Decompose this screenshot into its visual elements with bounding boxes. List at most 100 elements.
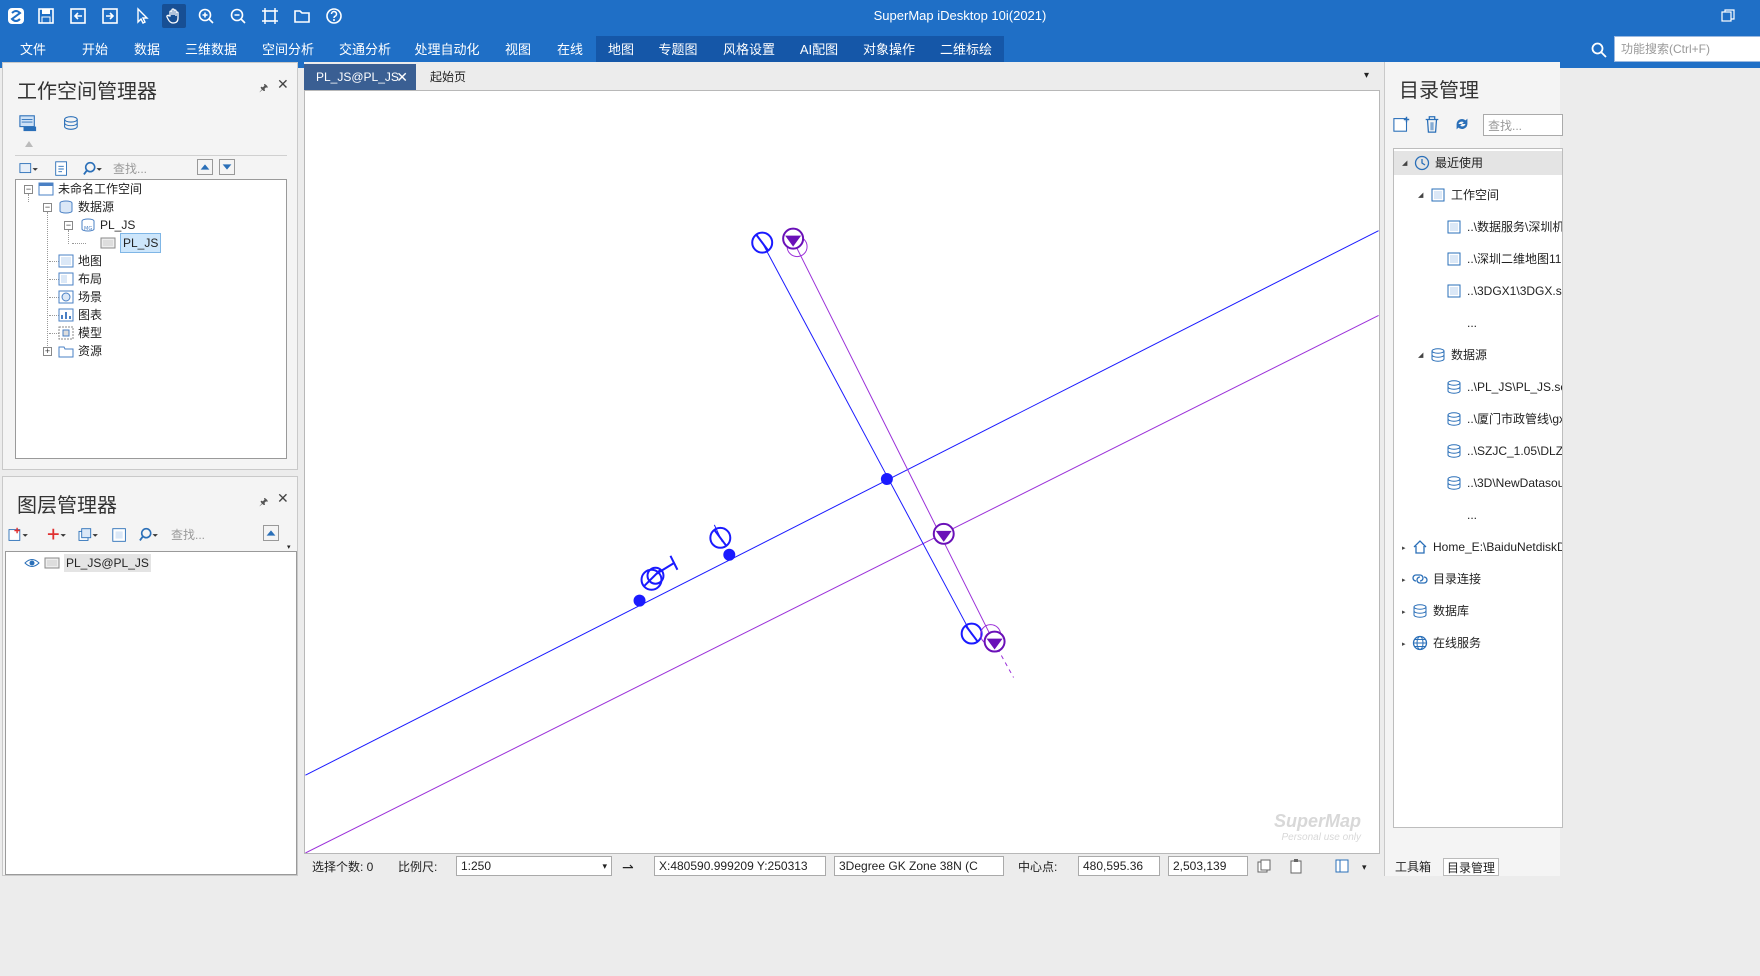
refresh-icon[interactable] — [1451, 114, 1473, 134]
pipeline-blue[interactable] — [305, 230, 1379, 776]
scenes-node[interactable]: 场景 — [58, 288, 102, 306]
tab-automation[interactable]: 处理自动化 — [410, 36, 484, 64]
scale-dropdown-icon[interactable]: ▾ — [602, 857, 607, 875]
center-x-input[interactable]: 480,595.36 — [1078, 856, 1160, 876]
copy-center-icon[interactable] — [1256, 858, 1276, 876]
tab-start[interactable]: 开始 — [72, 36, 118, 64]
tab-start-page[interactable]: 起始页 — [418, 64, 488, 90]
expand-arrow-icon[interactable]: ▸ — [1402, 577, 1408, 584]
pipeline-purple[interactable] — [305, 314, 1379, 854]
datasource-group-node[interactable]: 数据源 — [1430, 343, 1487, 367]
collapse-arrow-icon[interactable]: ◢ — [1402, 160, 1408, 167]
tab-thematic-map[interactable]: 专题图 — [646, 36, 710, 64]
tab-online[interactable]: 在线 — [548, 36, 592, 64]
tab-ai-mapping[interactable]: AI配图 — [788, 36, 850, 64]
dataset-pl-js-node[interactable]: PL_JS — [100, 233, 162, 253]
save-icon[interactable] — [34, 4, 58, 28]
tab-2d-plotting[interactable]: 二维标绘 — [928, 36, 1004, 64]
map-drawing[interactable] — [305, 91, 1379, 854]
tab-file[interactable]: 文件 — [10, 36, 56, 64]
previous-match-icon[interactable] — [197, 159, 213, 175]
scale-input[interactable]: 1:250 ▾ — [456, 856, 612, 876]
projection-field[interactable]: 3Degree GK Zone 38N (C — [834, 856, 1004, 876]
recent-datasource-item[interactable]: ..\3D\NewDatasour — [1446, 471, 1562, 495]
more-workspaces[interactable]: ... — [1467, 311, 1477, 335]
center-y-input[interactable]: 2,503,139 — [1168, 856, 1248, 876]
recent-workspace-item[interactable]: ..\3DGX1\3DGX.sxv — [1446, 279, 1562, 303]
pin-icon[interactable]: 🖈︎ — [259, 495, 271, 508]
workspace-root-node[interactable]: 未命名工作空间 — [38, 180, 142, 198]
tab-object-operations[interactable]: 对象操作 — [850, 36, 928, 64]
search-icon[interactable] — [1590, 41, 1608, 59]
new-catalog-icon[interactable] — [1391, 114, 1413, 134]
hydrant-symbol[interactable] — [640, 555, 679, 591]
restore-window-icon[interactable] — [1720, 8, 1736, 24]
app-logo-icon[interactable] — [4, 4, 28, 28]
tab-map[interactable]: 地图 — [596, 36, 646, 64]
tab-view[interactable]: 视图 — [496, 36, 540, 64]
collapse-toggle[interactable]: − — [24, 185, 33, 194]
layer-find-icon[interactable] — [137, 525, 159, 545]
folder-icon[interactable] — [290, 4, 314, 28]
dir-connect-node[interactable]: 目录连接 — [1412, 567, 1481, 591]
charts-node[interactable]: 图表 — [58, 306, 102, 324]
workspace-group-node[interactable]: 工作空间 — [1430, 183, 1499, 207]
collapse-arrow-icon[interactable]: ◢ — [1418, 352, 1424, 359]
select-arrow-icon[interactable] — [130, 4, 154, 28]
tab-style-settings[interactable]: 风格设置 — [710, 36, 788, 64]
layout-toggle-icon[interactable] — [1334, 858, 1354, 876]
more-datasources[interactable]: ... — [1467, 503, 1477, 527]
recent-workspace-item[interactable]: ..\数据服务\深圳机 — [1446, 215, 1562, 239]
junction-node[interactable] — [880, 472, 893, 485]
recent-datasource-item[interactable]: ..\厦门市政管线\gx. — [1446, 407, 1562, 431]
add-layer-icon[interactable] — [45, 525, 67, 545]
valve-symbol[interactable] — [709, 526, 732, 549]
datasources-node[interactable]: 数据源 — [58, 198, 114, 216]
datasource-view-icon[interactable] — [59, 113, 81, 133]
collapse-toggle[interactable]: − — [64, 221, 73, 230]
recent-workspace-item[interactable]: ..\深圳二维地图11. — [1446, 247, 1562, 271]
find-icon[interactable] — [81, 159, 103, 179]
zoom-in-icon[interactable] — [194, 4, 218, 28]
layer-copy-icon[interactable] — [77, 525, 99, 545]
models-node[interactable]: 模型 — [58, 324, 102, 342]
layer-properties-icon[interactable] — [109, 525, 131, 545]
layer-row[interactable]: PL_JS@PL_JS — [24, 554, 151, 572]
pin-icon[interactable]: 🖈︎ — [259, 81, 271, 94]
database-node[interactable]: 数据库 — [1412, 599, 1469, 623]
tab-traffic-analysis[interactable]: 交通分析 — [333, 36, 397, 64]
next-match-icon[interactable] — [219, 159, 235, 175]
tab-spatial-analysis[interactable]: 空间分析 — [256, 36, 320, 64]
close-icon[interactable]: ✕ — [277, 77, 291, 91]
move-layer-up-icon[interactable] — [263, 525, 279, 541]
branch-pipe-purple[interactable] — [791, 238, 995, 642]
tab-3d-data[interactable]: 三维数据 — [180, 36, 242, 64]
purple-valve-symbol[interactable] — [980, 624, 1006, 653]
visibility-eye-icon[interactable] — [24, 556, 40, 570]
recent-datasource-item[interactable]: ..\PL_JS\PL_JS.sci — [1446, 375, 1562, 399]
junction-node[interactable] — [633, 594, 646, 607]
statusbar-dropdown-icon[interactable]: ▾ — [1362, 858, 1374, 876]
toolbar-overflow-icon[interactable]: ▾ — [287, 543, 295, 551]
map-canvas[interactable]: SuperMap Personal use only — [304, 90, 1380, 854]
full-extent-icon[interactable] — [258, 4, 282, 28]
layer-find-input[interactable]: 查找... — [171, 524, 251, 546]
open-workspace-icon[interactable] — [66, 4, 90, 28]
tab-catalog[interactable]: 目录管理 — [1443, 858, 1500, 876]
purple-valve-symbol[interactable] — [782, 227, 808, 258]
home-node[interactable]: Home_E:\BaiduNetdiskDo — [1412, 535, 1562, 559]
expand-toggle[interactable]: + — [43, 347, 52, 356]
tab-data[interactable]: 数据 — [124, 36, 170, 64]
close-tab-icon[interactable]: ✕ — [396, 64, 408, 90]
tab-map-window[interactable]: PL_JS@PL_JS ✕ — [304, 64, 416, 90]
workspace-open-dropdown-icon[interactable] — [17, 159, 39, 179]
branch-pipe-blue[interactable] — [761, 242, 973, 635]
expand-arrow-icon[interactable]: ▸ — [1402, 545, 1408, 552]
recent-node[interactable]: 最近使用 — [1394, 151, 1562, 175]
datasource-pl-js-node[interactable]: MG PL_JS — [80, 216, 135, 234]
paste-center-icon[interactable] — [1288, 858, 1308, 876]
zoom-out-icon[interactable] — [226, 4, 250, 28]
tab-toolbox[interactable]: 工具箱 — [1395, 858, 1431, 876]
expand-arrow-icon[interactable]: ▸ — [1402, 609, 1408, 616]
expand-arrow-icon[interactable]: ▸ — [1402, 641, 1408, 648]
